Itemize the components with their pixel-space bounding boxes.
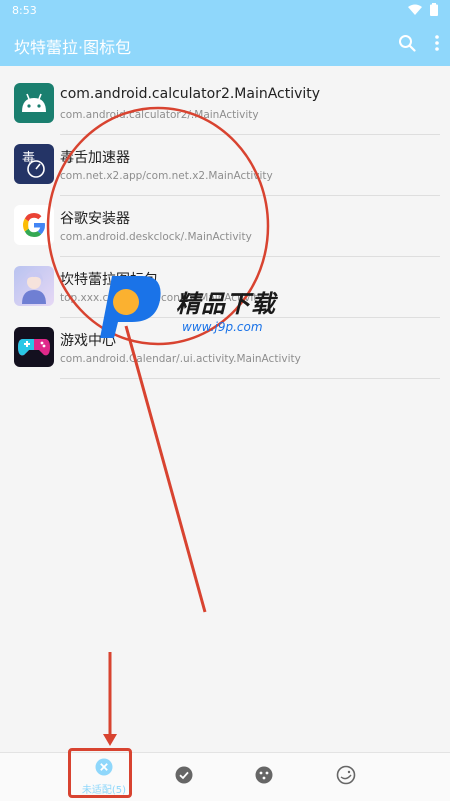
app-name: com.android.calculator2.MainActivity (60, 86, 321, 102)
gamepad-icon (14, 327, 54, 367)
check-circle-icon (175, 766, 193, 788)
android-icon (14, 83, 54, 123)
anime-avatar-icon (14, 266, 54, 306)
list-item[interactable]: 谷歌安装器 com.android.deskclock/.MainActivit… (0, 196, 450, 257)
tab-adapted[interactable] (154, 753, 214, 801)
annotation-highlight-box (68, 748, 132, 798)
app-activity: com.android.deskclock/.MainActivity (60, 231, 252, 243)
app-name: 谷歌安装器 (60, 211, 130, 227)
more-options-icon[interactable] (434, 34, 440, 56)
palette-icon (255, 766, 273, 788)
moon-face-icon (336, 765, 356, 789)
status-time: 8:53 (12, 4, 37, 17)
wifi-icon (408, 4, 422, 19)
annotation-arrowhead (103, 734, 117, 746)
google-icon (14, 205, 54, 245)
speedometer-app-icon: 毒 (14, 144, 54, 184)
list-item[interactable]: 毒 毒舌加速器 com.net.x2.app/com.net.x2.MainAc… (0, 135, 450, 196)
watermark-text: 精品下载 (176, 290, 276, 318)
search-icon[interactable] (398, 34, 416, 56)
app-bar: 坎特蕾拉·图标包 (0, 22, 450, 66)
status-bar: 8:53 (0, 0, 450, 22)
list-item[interactable]: com.android.calculator2.MainActivity com… (0, 74, 450, 135)
divider (60, 378, 440, 379)
app-activity: com.android.calculator2/.MainActivity (60, 109, 259, 121)
svg-text:毒: 毒 (22, 151, 35, 166)
app-activity: com.net.x2.app/com.net.x2.MainActivity (60, 170, 273, 182)
page-title: 坎特蕾拉·图标包 (14, 38, 132, 57)
tab-about[interactable] (316, 753, 376, 801)
tab-theme[interactable] (234, 753, 294, 801)
battery-icon (430, 3, 438, 19)
app-activity: com.android.Calendar/.ui.activity.MainAc… (60, 353, 301, 365)
watermark-url: www.j9p.com (182, 320, 263, 334)
app-name: 毒舌加速器 (60, 150, 130, 166)
